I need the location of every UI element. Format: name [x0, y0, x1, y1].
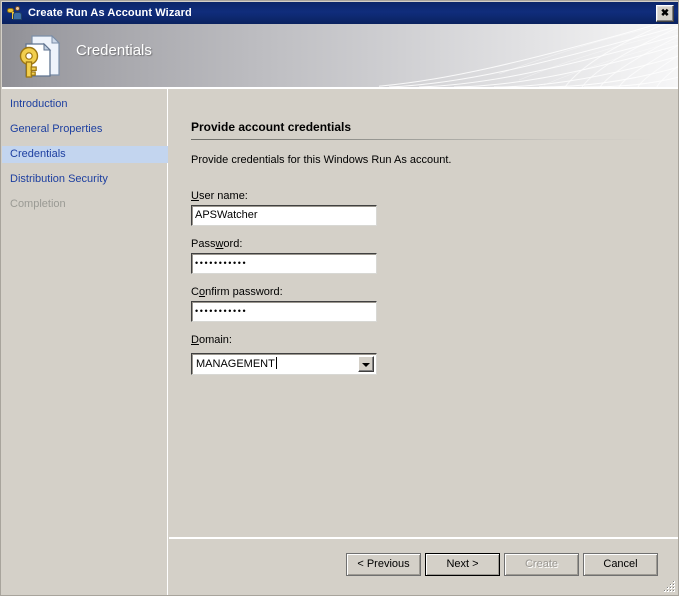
domain-dropdown-button[interactable]: [358, 356, 374, 372]
banner-mesh-decoration: [379, 24, 678, 87]
wizard-window: Create Run As Account Wizard ✖ Credentia…: [0, 0, 679, 596]
wizard-steps-sidebar: Introduction General Properties Credenti…: [2, 89, 168, 595]
domain-combobox-value: MANAGEMENT: [196, 357, 277, 370]
domain-label: Domain:: [191, 334, 232, 346]
close-icon: ✖: [660, 7, 670, 19]
chevron-down-icon: [362, 363, 370, 367]
close-button[interactable]: ✖: [656, 4, 674, 22]
runas-account-icon: [7, 5, 23, 21]
user-name-input[interactable]: APSWatcher: [191, 205, 377, 226]
wizard-footer: < Previous Next > Create Cancel: [169, 539, 678, 595]
sidebar-item-introduction[interactable]: Introduction: [2, 96, 168, 113]
sidebar-item-label: General Properties: [10, 123, 103, 135]
key-document-icon: [19, 34, 61, 78]
sidebar-item-label: Introduction: [10, 98, 68, 110]
sidebar-item-general-properties[interactable]: General Properties: [2, 121, 168, 138]
wizard-content-panel: Provide account credentials Provide cred…: [169, 89, 678, 537]
domain-combobox[interactable]: MANAGEMENT: [191, 353, 377, 375]
cancel-button[interactable]: Cancel: [583, 553, 658, 576]
user-name-label: User name:: [191, 190, 248, 202]
sidebar-item-distribution-security[interactable]: Distribution Security: [2, 171, 168, 188]
password-input[interactable]: •••••••••••: [191, 253, 377, 274]
resize-grip[interactable]: [662, 579, 676, 593]
window-title: Create Run As Account Wizard: [28, 7, 192, 19]
sidebar-item-label: Completion: [10, 198, 66, 210]
sidebar-item-label: Credentials: [10, 148, 66, 160]
create-button: Create: [504, 553, 579, 576]
page-title: Provide account credentials: [191, 120, 352, 134]
next-button[interactable]: Next >: [425, 553, 500, 576]
wizard-steps-list: Introduction General Properties Credenti…: [2, 96, 168, 221]
password-label: Password:: [191, 238, 243, 250]
page-description: Provide credentials for this Windows Run…: [191, 154, 452, 166]
wizard-banner: Credentials: [2, 24, 678, 87]
sidebar-item-credentials[interactable]: Credentials: [2, 146, 168, 163]
title-bar[interactable]: Create Run As Account Wizard ✖: [2, 2, 678, 24]
text-caret: [275, 357, 277, 369]
sidebar-item-completion: Completion: [2, 196, 168, 213]
previous-button[interactable]: < Previous: [346, 553, 421, 576]
confirm-password-label: Confirm password:: [191, 286, 283, 298]
confirm-password-input[interactable]: •••••••••••: [191, 301, 377, 322]
banner-title: Credentials: [76, 42, 152, 59]
sidebar-item-label: Distribution Security: [10, 173, 108, 185]
title-divider: [191, 139, 656, 140]
